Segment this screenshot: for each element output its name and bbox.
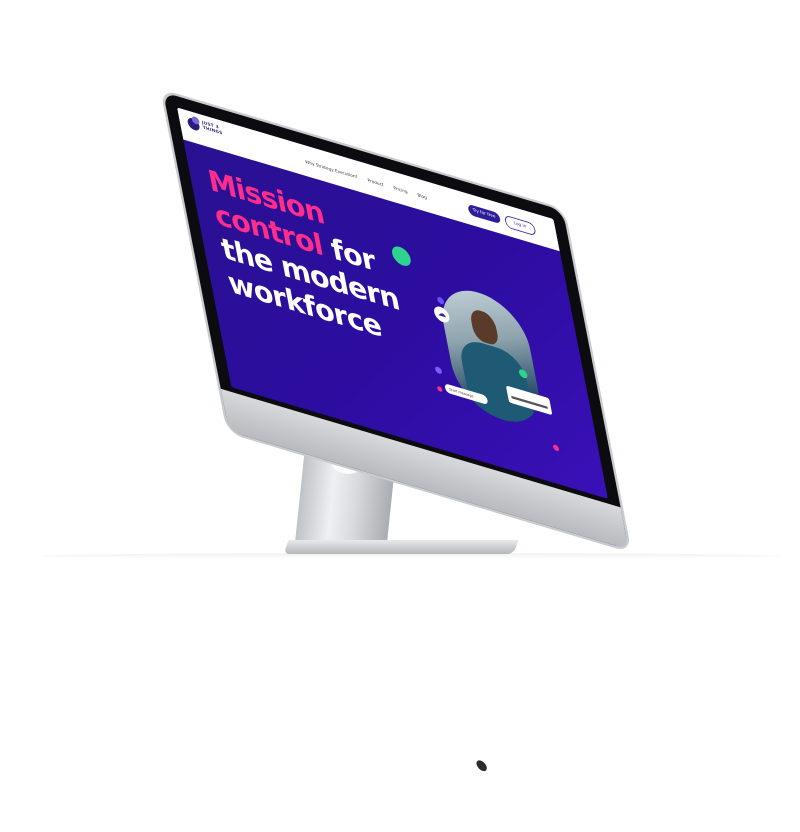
apple-logo-icon: ● xyxy=(474,754,489,775)
decor-dot-purple xyxy=(434,365,443,375)
try-for-free-button[interactable]: Try for free xyxy=(467,203,502,225)
portrait-body xyxy=(456,335,539,433)
nav-link-blog[interactable]: Blog xyxy=(417,193,427,201)
nav-link-why-strategy[interactable]: Why Strategy Execution? xyxy=(305,160,358,181)
login-button[interactable]: Log in xyxy=(503,214,537,237)
nav-links: Why Strategy Execution? Product Pricing … xyxy=(305,160,427,201)
monitor: ● JUST 3 THINGS Why Strategy Execution? … xyxy=(0,0,800,774)
monitor-bezel: ● JUST 3 THINGS Why Strategy Execution? … xyxy=(163,92,629,774)
nav-link-product[interactable]: Product xyxy=(367,178,384,188)
nav-link-pricing[interactable]: Pricing xyxy=(393,186,408,195)
decor-dot-pink xyxy=(436,385,443,393)
decor-dot-pink xyxy=(552,444,560,452)
hero-portrait-image xyxy=(435,279,547,433)
site-logo-text[interactable]: JUST 3 THINGS xyxy=(201,120,236,140)
site-logo-icon[interactable] xyxy=(186,116,201,132)
